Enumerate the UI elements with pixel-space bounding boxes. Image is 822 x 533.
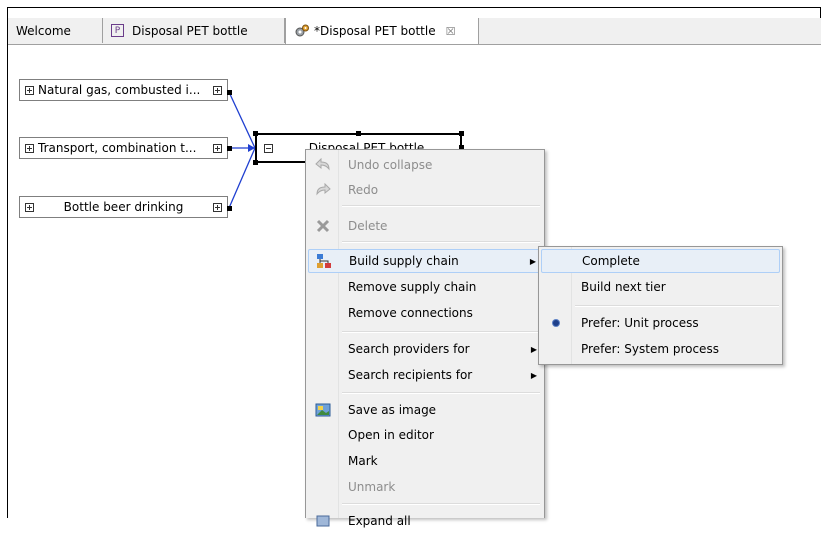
selection-handle[interactable] bbox=[356, 131, 361, 136]
image-icon bbox=[308, 398, 338, 422]
redo-icon bbox=[308, 178, 338, 202]
selection-handle[interactable] bbox=[253, 131, 258, 136]
expand-output-icon[interactable] bbox=[213, 202, 222, 212]
menu-item-search-providers[interactable]: Search providers for ▶ bbox=[308, 337, 542, 361]
menu-item-search-recipients[interactable]: Search recipients for ▶ bbox=[308, 363, 542, 387]
menu-item-redo[interactable]: Redo bbox=[308, 178, 542, 202]
node-label: Bottle beer drinking bbox=[63, 200, 184, 214]
menu-separator bbox=[575, 305, 779, 307]
connection-anchor bbox=[227, 206, 232, 211]
process-node-natural-gas[interactable]: Natural gas, combusted i... bbox=[19, 79, 228, 101]
menu-item-open-in-editor[interactable]: Open in editor bbox=[308, 423, 542, 447]
selection-handle[interactable] bbox=[459, 131, 464, 136]
expand-output-icon[interactable] bbox=[213, 143, 222, 153]
expand-all-icon bbox=[308, 509, 338, 533]
menu-item-delete[interactable]: Delete bbox=[308, 214, 542, 238]
node-label: Transport, combination t... bbox=[38, 141, 197, 155]
expand-input-icon[interactable] bbox=[25, 202, 34, 212]
menu-item-build-supply-chain[interactable]: Build supply chain ▶ bbox=[308, 249, 542, 273]
expand-input-icon[interactable] bbox=[25, 143, 34, 153]
build-supply-chain-submenu: Complete Build next tier Prefer: Unit pr… bbox=[538, 246, 783, 365]
submenu-item-prefer-unit-process[interactable]: Prefer: Unit process bbox=[541, 311, 780, 335]
expand-output-icon[interactable] bbox=[213, 85, 222, 95]
menu-item-undo-collapse[interactable]: Undo collapse bbox=[308, 153, 542, 177]
menu-separator bbox=[342, 331, 540, 333]
menu-item-remove-connections[interactable]: Remove connections bbox=[308, 301, 542, 325]
submenu-item-build-next-tier[interactable]: Build next tier bbox=[541, 275, 780, 299]
context-menu: Undo collapse Redo Delete Build supply c… bbox=[305, 149, 545, 528]
connection-anchor bbox=[227, 90, 232, 95]
menu-separator bbox=[342, 392, 540, 394]
menu-separator bbox=[342, 503, 540, 505]
selection-handle[interactable] bbox=[253, 160, 258, 165]
expand-input-icon[interactable] bbox=[25, 85, 34, 95]
process-node-transport[interactable]: Transport, combination t... bbox=[19, 137, 228, 159]
connection-anchor bbox=[227, 146, 232, 151]
submenu-arrow-icon: ▶ bbox=[530, 370, 538, 380]
node-label: Natural gas, combusted i... bbox=[38, 83, 201, 97]
submenu-item-prefer-system-process[interactable]: Prefer: System process bbox=[541, 337, 780, 361]
menu-item-mark[interactable]: Mark bbox=[308, 449, 542, 473]
delete-icon bbox=[308, 214, 338, 238]
menu-separator bbox=[342, 205, 540, 207]
process-node-bottle-beer[interactable]: Bottle beer drinking bbox=[19, 196, 228, 218]
menu-separator bbox=[342, 241, 540, 243]
supply-chain-icon bbox=[309, 249, 339, 273]
submenu-item-complete[interactable]: Complete bbox=[541, 249, 780, 273]
menu-item-remove-supply-chain[interactable]: Remove supply chain bbox=[308, 275, 542, 299]
menu-item-unmark[interactable]: Unmark bbox=[308, 475, 542, 499]
menu-item-save-as-image[interactable]: Save as image bbox=[308, 398, 542, 422]
menu-item-expand-all[interactable]: Expand all bbox=[308, 509, 542, 533]
undo-icon bbox=[308, 153, 338, 177]
collapse-input-icon[interactable] bbox=[264, 143, 273, 153]
radio-selected-icon bbox=[553, 320, 559, 326]
